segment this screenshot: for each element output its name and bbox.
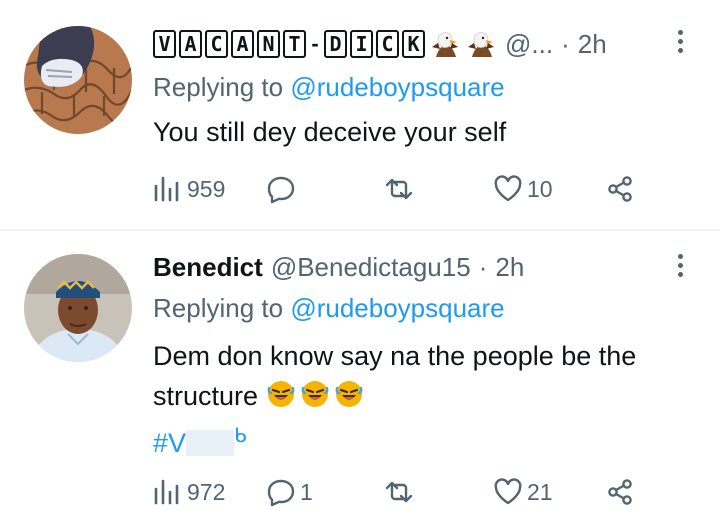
- more-options-icon[interactable]: [678, 30, 686, 57]
- replying-to: Replying to @rudeboypsquare: [153, 293, 505, 324]
- reply-count: 1: [300, 478, 313, 505]
- views-icon: [154, 176, 179, 202]
- tweet-actions: 972 1 21: [153, 472, 653, 512]
- replying-mention-link[interactable]: @rudeboypsquare: [290, 72, 504, 102]
- like-count: 10: [527, 175, 553, 202]
- tweet-header: Benedict @Benedictagu15 · 2h: [153, 249, 524, 285]
- rolling-laughing-emoji: [334, 379, 363, 409]
- replying-to: Replying to @rudeboypsquare: [153, 72, 505, 103]
- retweet-button[interactable]: [384, 472, 418, 512]
- timestamp[interactable]: 2h: [495, 252, 524, 283]
- more-options-icon[interactable]: [678, 254, 686, 281]
- tweet[interactable]: VACANT-DICK @... · 2h Replying to @rudeb…: [0, 0, 720, 230]
- redacted-region: [186, 430, 235, 456]
- eagle-icon: [431, 32, 459, 58]
- tweet-header: VACANT-DICK @... · 2h: [153, 26, 607, 62]
- tweet-actions: 959 10: [153, 169, 653, 209]
- reply-icon: [267, 176, 295, 204]
- share-icon: [608, 176, 632, 202]
- like-button[interactable]: 10: [493, 169, 553, 209]
- views-button[interactable]: 959: [153, 169, 225, 209]
- display-name[interactable]: Benedict: [153, 252, 263, 283]
- reply-button[interactable]: [266, 169, 300, 209]
- rolling-laughing-emoji: [266, 379, 295, 409]
- replying-mention-link[interactable]: @rudeboypsquare: [290, 293, 504, 323]
- display-name-letter: T: [283, 30, 306, 58]
- like-button[interactable]: 21: [493, 472, 553, 512]
- avatar[interactable]: [24, 254, 132, 362]
- handle[interactable]: @Benedictagu15: [271, 252, 471, 283]
- retweet-icon: [385, 481, 413, 503]
- heart-icon: [494, 175, 522, 202]
- hashtag-tail: ᑲ: [234, 425, 247, 447]
- views-icon: [154, 479, 179, 505]
- reply-button[interactable]: 1: [266, 472, 313, 512]
- handle[interactable]: @...: [505, 29, 553, 60]
- views-count: 959: [187, 175, 226, 202]
- avatar[interactable]: [24, 26, 132, 134]
- timestamp[interactable]: 2h: [578, 29, 607, 60]
- reply-icon: [267, 479, 295, 507]
- display-name-letter: V: [153, 30, 176, 58]
- display-name-letter: C: [205, 30, 228, 58]
- display-name-letter: A: [231, 30, 254, 58]
- display-name-letter: I: [350, 30, 373, 58]
- share-icon: [608, 479, 632, 505]
- views-button[interactable]: 972: [153, 472, 225, 512]
- display-name-letter: K: [402, 30, 425, 58]
- hashtag-link[interactable]: #V: [153, 428, 186, 458]
- display-name[interactable]: VACANT-DICK: [153, 30, 425, 58]
- views-count: 972: [187, 478, 226, 505]
- display-name-letter: C: [376, 30, 399, 58]
- replying-label: Replying to: [153, 72, 284, 102]
- tweet[interactable]: Benedict @Benedictagu15 · 2h Replying to…: [0, 232, 720, 531]
- display-name-letter: D: [324, 30, 347, 58]
- display-name-letter: N: [257, 30, 280, 58]
- separator-dot: ·: [561, 28, 570, 59]
- separator-dot: ·: [478, 251, 488, 282]
- rolling-laughing-emoji: [300, 379, 329, 409]
- replying-label: Replying to: [153, 293, 284, 323]
- tweet-text: Dem don know say na the people be the st…: [153, 336, 703, 463]
- eagle-icon: [467, 32, 495, 58]
- share-button[interactable]: [605, 472, 635, 512]
- like-count: 21: [527, 478, 553, 505]
- display-name-letter: A: [179, 30, 202, 58]
- heart-icon: [494, 478, 522, 505]
- tweet-text: You still dey deceive your self: [153, 117, 507, 147]
- retweet-button[interactable]: [384, 169, 418, 209]
- divider: [0, 229, 720, 231]
- tweet-body: Dem don know say na the people be the st…: [153, 341, 637, 411]
- share-button[interactable]: [605, 169, 635, 209]
- retweet-icon: [385, 178, 413, 200]
- display-name-dash: -: [311, 31, 319, 56]
